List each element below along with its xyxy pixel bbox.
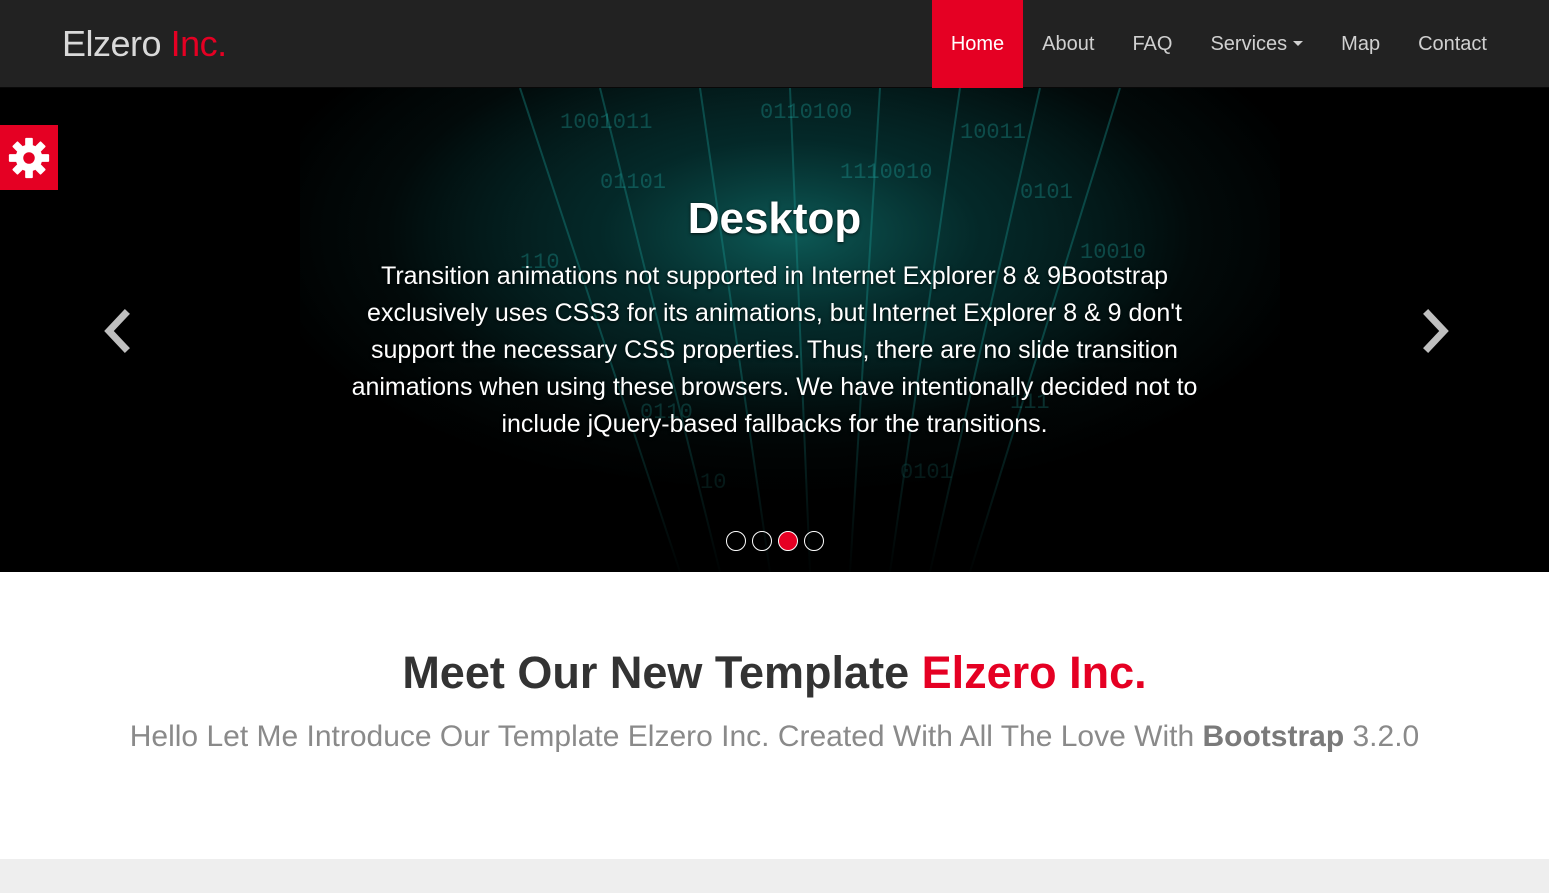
intro-title: Meet Our New Template Elzero Inc. xyxy=(0,647,1549,699)
main-nav: Home About FAQ Services Map Contact xyxy=(931,0,1506,88)
gear-icon xyxy=(8,137,50,178)
nav-item-services[interactable]: Services xyxy=(1191,0,1322,88)
intro-title-main: Meet Our New Template xyxy=(402,647,910,698)
brand-logo[interactable]: Elzero Inc. xyxy=(62,22,227,66)
hero-carousel: 1001011011010010011 0110111100100101 110… xyxy=(0,88,1549,572)
nav-label-contact: Contact xyxy=(1418,32,1487,55)
settings-toggle-button[interactable] xyxy=(0,125,58,190)
intro-title-accent: Elzero Inc. xyxy=(921,647,1147,698)
nav-item-faq[interactable]: FAQ xyxy=(1113,0,1191,88)
chevron-left-icon xyxy=(104,309,130,353)
carousel-prev-button[interactable] xyxy=(97,306,137,356)
brand-name: Elzero xyxy=(62,23,162,64)
intro-subtitle-bold: Bootstrap xyxy=(1202,720,1345,753)
carousel-indicator-active[interactable] xyxy=(777,531,798,551)
slide-title: Desktop xyxy=(687,194,862,243)
nav-item-contact[interactable]: Contact xyxy=(1399,0,1506,88)
caret-down-icon xyxy=(1293,40,1304,46)
carousel-indicator[interactable] xyxy=(803,531,824,551)
chevron-right-icon xyxy=(1423,309,1449,353)
nav-item-home[interactable]: Home xyxy=(931,0,1024,88)
intro-subtitle: Hello Let Me Introduce Our Template Elze… xyxy=(0,717,1549,757)
nav-item-map[interactable]: Map xyxy=(1322,0,1399,88)
navbar: Elzero Inc. Home About FAQ Services Map … xyxy=(0,0,1549,88)
slide-text: Transition animations not supported in I… xyxy=(351,262,1198,438)
carousel-indicators xyxy=(0,531,1549,551)
nav-label-services: Services xyxy=(1210,32,1288,55)
nav-label-map: Map xyxy=(1341,32,1381,55)
intro-subtitle-version: 3.2.0 xyxy=(1352,720,1420,753)
carousel-indicator[interactable] xyxy=(751,531,772,551)
next-section-strip xyxy=(0,859,1549,893)
intro-subtitle-text: Hello Let Me Introduce Our Template Elze… xyxy=(129,720,1195,753)
nav-label-faq: FAQ xyxy=(1132,32,1173,55)
carousel-indicator[interactable] xyxy=(725,531,746,551)
nav-item-about[interactable]: About xyxy=(1023,0,1113,88)
slide-caption: Desktop Transition animations not suppor… xyxy=(324,194,1225,443)
nav-label-about: About xyxy=(1042,32,1095,55)
intro-section: Meet Our New Template Elzero Inc. Hello … xyxy=(0,572,1549,859)
nav-label-home: Home xyxy=(950,32,1005,55)
carousel-next-button[interactable] xyxy=(1416,306,1456,356)
brand-accent: Inc. xyxy=(170,23,228,64)
